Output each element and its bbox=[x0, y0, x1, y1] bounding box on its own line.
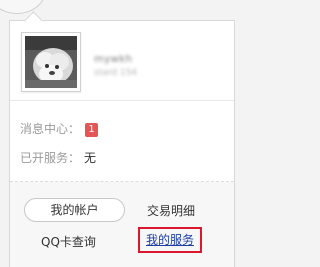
my-account-button[interactable]: 我的帐户 bbox=[24, 198, 125, 222]
message-count-badge[interactable]: 1 bbox=[85, 123, 99, 137]
actions-section: 我的帐户 交易明细 QQ卡查询 我的服务 bbox=[10, 182, 234, 267]
my-services-link[interactable]: 我的服务 bbox=[138, 227, 202, 253]
dog-photo-avatar-icon bbox=[25, 36, 77, 88]
message-center-label: 消息中心： bbox=[20, 122, 81, 136]
qq-card-query-link[interactable]: QQ卡查询 bbox=[41, 233, 96, 250]
user-nickname: mywkh bbox=[94, 54, 133, 65]
avatar[interactable] bbox=[21, 32, 81, 92]
enabled-services-value: 无 bbox=[84, 151, 97, 165]
account-popup-card: mywkh stard 154 消息中心： 1 已开服务：无 我的帐户 交易明细 … bbox=[9, 20, 235, 267]
enabled-services-label: 已开服务： bbox=[20, 151, 81, 165]
user-account-number: stard 154 bbox=[94, 68, 138, 78]
profile-section: mywkh stard 154 bbox=[10, 21, 234, 100]
enabled-services-row: 已开服务：无 bbox=[20, 149, 96, 166]
transaction-details-link[interactable]: 交易明细 bbox=[147, 202, 195, 219]
profile-divider bbox=[10, 100, 234, 101]
top-decorative-arc bbox=[0, 0, 46, 14]
message-center-row[interactable]: 消息中心： 1 bbox=[20, 120, 99, 137]
